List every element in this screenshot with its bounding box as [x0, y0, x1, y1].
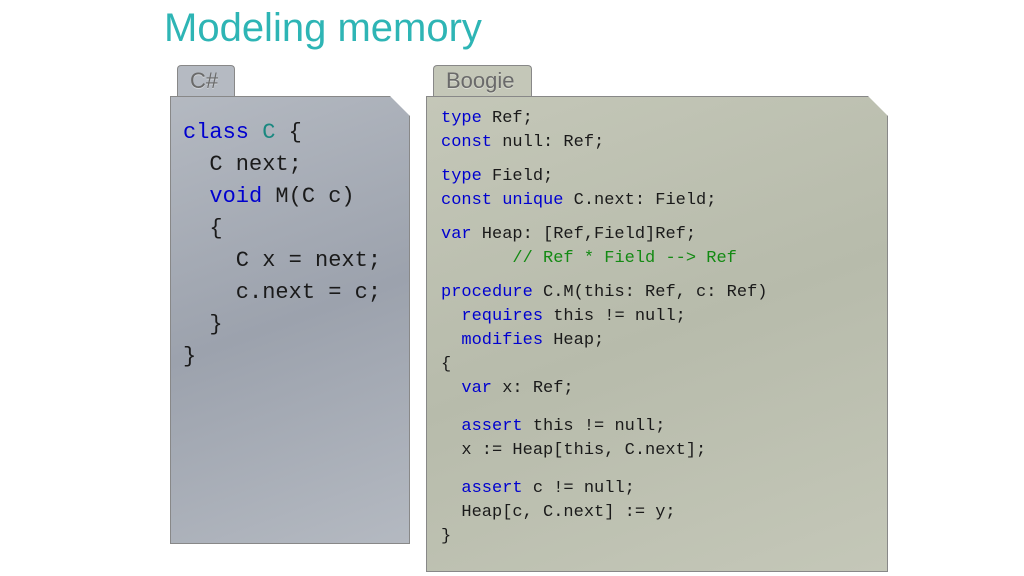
- code-line: type Field;: [441, 165, 877, 189]
- code-line: class C {: [183, 117, 399, 149]
- code-line: requires this != null;: [441, 305, 877, 329]
- code-line: C x = next;: [183, 245, 399, 277]
- code-line: {: [441, 353, 877, 377]
- code-line: void M(C c): [183, 181, 399, 213]
- code-line: Heap[c, C.next] := y;: [441, 501, 877, 525]
- code-line: const unique C.next: Field;: [441, 189, 877, 213]
- code-line: }: [183, 341, 399, 373]
- slide: Modeling memory C# class C { C next; voi…: [0, 0, 1024, 576]
- code-line: }: [183, 309, 399, 341]
- code-line: modifies Heap;: [441, 329, 877, 353]
- code-line: {: [183, 213, 399, 245]
- code-line: // Ref * Field --> Ref: [441, 247, 877, 271]
- csharp-tab: C#: [177, 65, 235, 96]
- code-line: procedure C.M(this: Ref, c: Ref): [441, 281, 877, 305]
- slide-title: Modeling memory: [164, 6, 482, 51]
- code-line: }: [441, 525, 877, 549]
- corner-cut-icon: [868, 96, 888, 116]
- code-line: c.next = c;: [183, 277, 399, 309]
- csharp-code: class C { C next; void M(C c) { C x = ne…: [171, 97, 409, 383]
- code-line: var Heap: [Ref,Field]Ref;: [441, 223, 877, 247]
- corner-cut-icon: [390, 96, 410, 116]
- code-line: type Ref;: [441, 107, 877, 131]
- boogie-tab: Boogie: [433, 65, 532, 96]
- code-line: assert c != null;: [441, 477, 877, 501]
- code-line: C next;: [183, 149, 399, 181]
- code-line: x := Heap[this, C.next];: [441, 439, 877, 463]
- boogie-panel: Boogie type Ref;const null: Ref;type Fie…: [426, 96, 888, 572]
- csharp-panel: C# class C { C next; void M(C c) { C x =…: [170, 96, 410, 544]
- code-line: const null: Ref;: [441, 131, 877, 155]
- boogie-code: type Ref;const null: Ref; type Field;cons…: [427, 97, 887, 559]
- code-line: assert this != null;: [441, 415, 877, 439]
- code-line: var x: Ref;: [441, 377, 877, 401]
